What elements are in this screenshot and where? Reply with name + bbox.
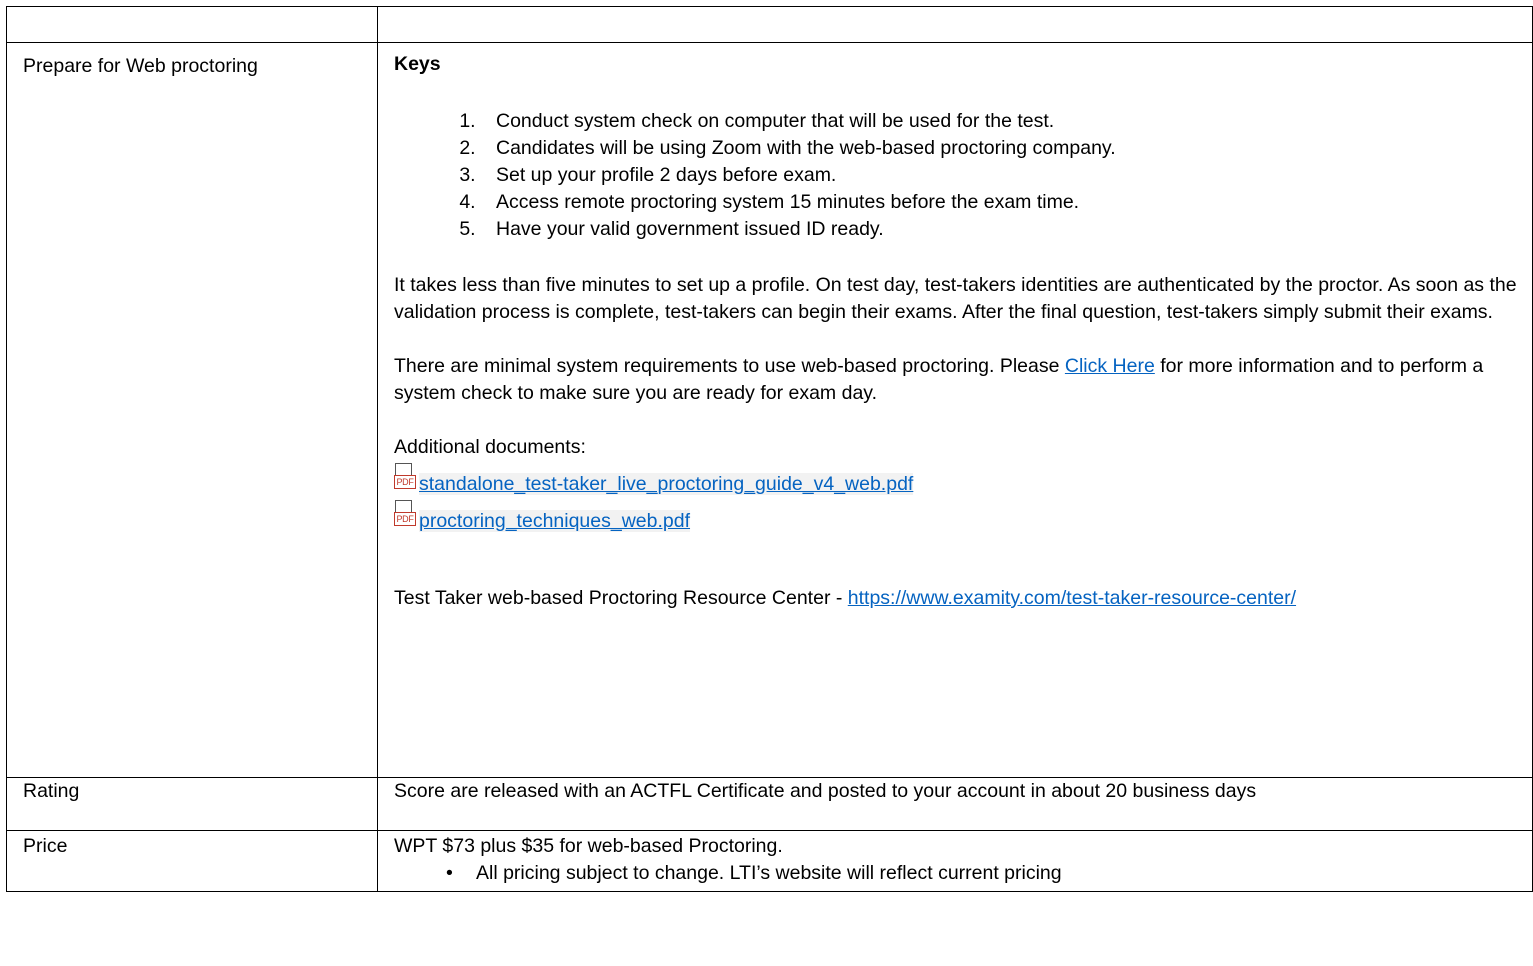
document-techniques-name[interactable]: proctoring_techniques_web.pdf (419, 510, 691, 532)
requirements-text-before: There are minimal system requirements to… (394, 355, 1065, 377)
keys-heading: Keys (394, 53, 441, 75)
document-guide-name[interactable]: standalone_test-taker_live_proctoring_gu… (419, 473, 914, 495)
click-here-link[interactable]: Click Here (1065, 355, 1155, 377)
key-item: Have your valid government issued ID rea… (481, 216, 1524, 243)
resource-center: Test Taker web-based Proctoring Resource… (394, 585, 1524, 612)
proctoring-label: Prepare for Web proctoring (6, 42, 378, 778)
table-row-rating: Rating Score are released with an ACTFL … (6, 777, 1533, 831)
price-notes-list: All pricing subject to change. LTI’s web… (394, 860, 1524, 887)
table-row-empty (6, 6, 1533, 43)
rating-content: Score are released with an ACTFL Certifi… (377, 777, 1533, 831)
proctoring-content: Keys Conduct system check on computer th… (377, 42, 1533, 778)
pdf-file-icon: PDF (394, 500, 417, 530)
key-item: Conduct system check on computer that wi… (481, 108, 1524, 135)
price-text: WPT $73 plus $35 for web-based Proctorin… (394, 835, 783, 857)
empty-content-cell (377, 6, 1533, 43)
price-label: Price (6, 830, 378, 892)
key-item: Access remote proctoring system 15 minut… (481, 189, 1524, 216)
rating-label: Rating (6, 777, 378, 831)
empty-label-cell (6, 6, 378, 43)
price-note-item: All pricing subject to change. LTI’s web… (446, 860, 1524, 887)
key-item: Candidates will be using Zoom with the w… (481, 135, 1524, 162)
document-link-techniques[interactable]: PDF proctoring_techniques_web.pdf (394, 498, 1524, 535)
price-content: WPT $73 plus $35 for web-based Proctorin… (377, 830, 1533, 892)
pdf-file-icon: PDF (394, 463, 417, 493)
document-link-guide[interactable]: PDF standalone_test-taker_live_proctoring… (394, 461, 1524, 498)
key-item: Set up your profile 2 days before exam. (481, 162, 1524, 189)
resource-center-label: Test Taker web-based Proctoring Resource… (394, 587, 848, 609)
keys-list: Conduct system check on computer that wi… (394, 108, 1524, 243)
resource-center-link[interactable]: https://www.examity.com/test-taker-resou… (848, 587, 1296, 609)
table-row-price: Price WPT $73 plus $35 for web-based Pro… (6, 830, 1533, 892)
table-row-proctoring: Prepare for Web proctoring Keys Conduct … (6, 42, 1533, 778)
additional-documents-label: Additional documents: (394, 436, 586, 458)
info-table: Prepare for Web proctoring Keys Conduct … (6, 6, 1533, 892)
profile-paragraph: It takes less than five minutes to set u… (394, 274, 1517, 323)
requirements-paragraph: There are minimal system requirements to… (394, 353, 1524, 407)
